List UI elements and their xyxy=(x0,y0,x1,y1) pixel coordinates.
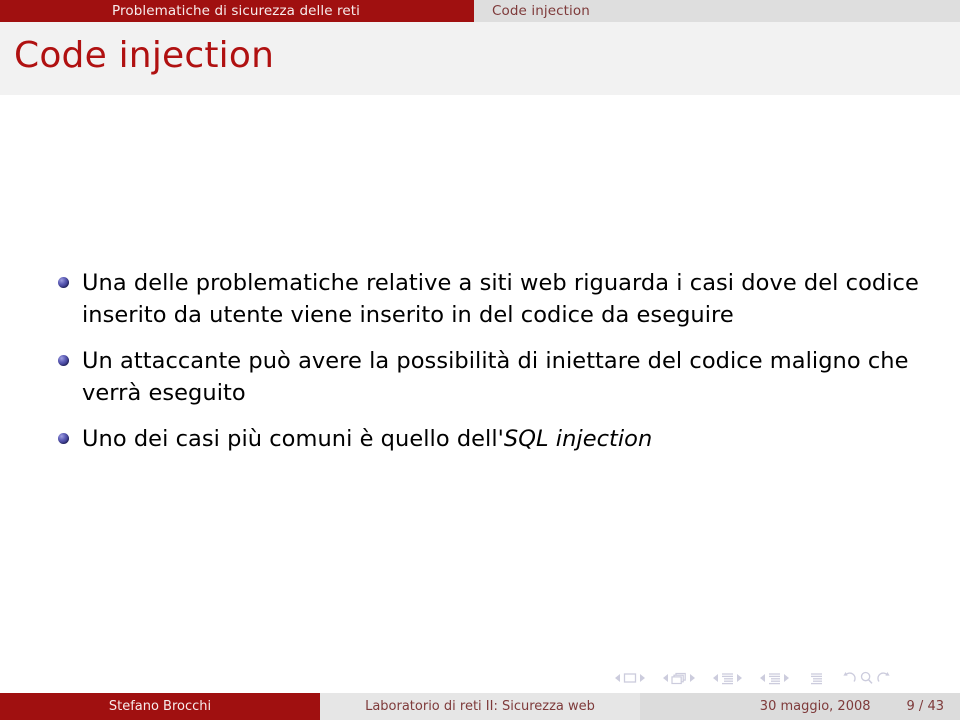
bullet-ball-icon xyxy=(58,277,69,288)
footer-author-label: Stefano Brocchi xyxy=(108,699,212,714)
list-item-text: Un attaccante può avere la possibilità d… xyxy=(82,347,909,406)
section-navigation-group[interactable] xyxy=(757,672,792,685)
back-arrow-icon[interactable] xyxy=(841,671,857,685)
slide-content-area: Una delle problematiche relative a siti … xyxy=(0,95,960,665)
slide-title-band: Code injection xyxy=(0,22,960,95)
list-item: Un attaccante può avere la possibilità d… xyxy=(58,346,928,410)
list-item-text: Una delle problematiche relative a siti … xyxy=(82,270,919,328)
subsection-navigation-group[interactable] xyxy=(710,672,745,685)
previous-frame-arrow-icon[interactable] xyxy=(663,674,668,682)
presentation-icon[interactable] xyxy=(810,672,823,685)
search-icon[interactable] xyxy=(859,671,874,685)
next-subsection-arrow-icon[interactable] xyxy=(737,674,742,682)
frames-icon[interactable] xyxy=(671,672,687,685)
next-frame-arrow-icon[interactable] xyxy=(690,674,695,682)
footer-page-number: 9 / 43 xyxy=(906,699,944,714)
header-section-label: Problematiche di sicurezza delle reti xyxy=(111,3,361,19)
list-item-text: Uno dei casi più comuni è quello dell'SQ… xyxy=(82,425,653,452)
slide-navigation-group[interactable] xyxy=(612,672,648,684)
list-item: Uno dei casi più comuni è quello dell'SQ… xyxy=(58,424,928,456)
forward-arrow-icon[interactable] xyxy=(876,671,892,685)
section-icon[interactable] xyxy=(768,672,781,685)
frame-navigation-group[interactable] xyxy=(660,672,698,685)
previous-subsection-arrow-icon[interactable] xyxy=(713,674,718,682)
previous-section-arrow-icon[interactable] xyxy=(760,674,765,682)
bullet-ball-icon xyxy=(58,354,69,366)
slide-icon[interactable] xyxy=(623,672,637,684)
next-slide-arrow-icon[interactable] xyxy=(640,674,645,682)
header-section-label: Code injection xyxy=(492,3,590,19)
subsection-icon[interactable] xyxy=(721,672,734,685)
footer-date: 30 maggio, 2008 xyxy=(759,699,871,714)
bullet-ball-icon xyxy=(58,432,69,444)
footer-presentation-title: Laboratorio di reti II: Sicurezza web xyxy=(320,693,640,720)
footer-bar: Stefano Brocchi Laboratorio di reti II: … xyxy=(0,693,960,720)
footer-title-label: Laboratorio di reti II: Sicurezza web xyxy=(365,699,595,714)
header-section-code-injection[interactable]: Code injection xyxy=(474,0,960,22)
beamer-navigation-symbols xyxy=(612,668,948,688)
list-item: Una delle problematiche relative a siti … xyxy=(58,268,928,332)
list-item-emphasis: SQL injection xyxy=(503,425,653,452)
footer-author: Stefano Brocchi xyxy=(0,693,320,720)
page-title: Code injection xyxy=(14,35,275,76)
bullet-list: Una delle problematiche relative a siti … xyxy=(58,268,928,470)
header-navigation-bar: Problematiche di sicurezza delle reti Co… xyxy=(0,0,960,22)
presentation-navigation-group[interactable] xyxy=(810,672,823,685)
next-section-arrow-icon[interactable] xyxy=(784,674,789,682)
previous-slide-arrow-icon[interactable] xyxy=(615,674,620,682)
header-section-problematiche[interactable]: Problematiche di sicurezza delle reti xyxy=(0,0,474,22)
footer-meta: 30 maggio, 2008 9 / 43 xyxy=(640,693,960,720)
history-navigation-group[interactable] xyxy=(841,671,892,685)
